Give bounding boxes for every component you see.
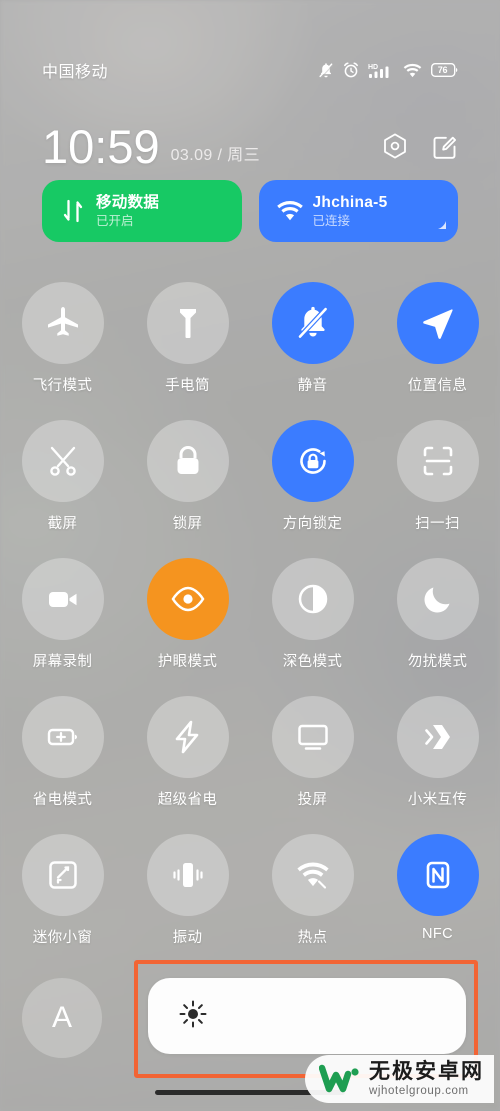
toggle-cast-screen[interactable]: 投屏 bbox=[250, 692, 375, 830]
toggle-label: 投屏 bbox=[297, 792, 328, 808]
auto-brightness-button[interactable]: A bbox=[22, 978, 102, 1058]
contrast-icon bbox=[294, 580, 332, 618]
toggle-mi-share[interactable]: 小米互传 bbox=[375, 692, 500, 830]
toggle-screenshot[interactable]: 截屏 bbox=[0, 416, 125, 554]
toggle-flashlight[interactable]: 手电筒 bbox=[125, 278, 250, 416]
watermark-logo-icon bbox=[318, 1062, 361, 1096]
toggle-scan[interactable]: 扫一扫 bbox=[375, 416, 500, 554]
carrier-label: 中国移动 bbox=[42, 64, 109, 81]
toggle-airplane-mode[interactable]: 飞行模式 bbox=[0, 278, 125, 416]
toggle-screen-record[interactable]: 屏幕录制 bbox=[0, 554, 125, 692]
toggle-label: 省电模式 bbox=[32, 792, 93, 808]
hd-signal-icon: HD bbox=[368, 62, 394, 79]
toggle-label: 振动 bbox=[172, 930, 203, 946]
mi-share-icon bbox=[419, 718, 457, 756]
connectivity-tiles: 移动数据 已开启 Jhchina-5 已连接 bbox=[42, 180, 458, 242]
toggle-nfc[interactable]: NFC bbox=[375, 830, 500, 968]
mobile-data-tile[interactable]: 移动数据 已开启 bbox=[42, 180, 242, 242]
toggle-label: 迷你小窗 bbox=[32, 930, 93, 946]
toggle-label: 护眼模式 bbox=[157, 654, 218, 670]
wifi-tile[interactable]: Jhchina-5 已连接 bbox=[258, 180, 458, 242]
lightning-bolt-icon bbox=[169, 718, 207, 756]
vibrate-icon bbox=[169, 856, 207, 894]
toggle-dark-mode[interactable]: 深色模式 bbox=[250, 554, 375, 692]
wifi-expand-icon[interactable] bbox=[434, 214, 450, 235]
alarm-clock-icon bbox=[343, 62, 359, 78]
toggle-label: 手电筒 bbox=[165, 378, 210, 394]
svg-text:HD: HD bbox=[368, 64, 378, 71]
toggle-label: 飞行模式 bbox=[32, 378, 93, 394]
toggle-silent-mode[interactable]: 静音 bbox=[250, 278, 375, 416]
sun-icon bbox=[178, 999, 208, 1034]
toggle-label: 方向锁定 bbox=[282, 516, 343, 532]
control-center-panel: 中国移动 HD 76 10:59 03.09 / 周三 移动数据 已开启 Jhc… bbox=[0, 0, 500, 1111]
data-transfer-icon bbox=[58, 198, 88, 224]
toggle-label: NFC bbox=[421, 926, 453, 942]
toggle-battery-saver[interactable]: 省电模式 bbox=[0, 692, 125, 830]
mobile-data-title: 移动数据 bbox=[96, 193, 160, 211]
toggle-label: 扫一扫 bbox=[415, 516, 460, 532]
edit-icon[interactable] bbox=[432, 133, 458, 166]
brightness-row: A bbox=[0, 978, 500, 1058]
toggle-lock-screen[interactable]: 锁屏 bbox=[125, 416, 250, 554]
toggle-label: 锁屏 bbox=[172, 516, 203, 532]
rotation-lock-icon bbox=[294, 442, 332, 480]
clock-time: 10:59 bbox=[42, 120, 160, 173]
header-actions bbox=[382, 133, 458, 166]
battery-plus-icon bbox=[44, 718, 82, 756]
lock-icon bbox=[169, 442, 207, 480]
toggle-rotation-lock[interactable]: 方向锁定 bbox=[250, 416, 375, 554]
toggle-ultra-battery-saver[interactable]: 超级省电 bbox=[125, 692, 250, 830]
toggle-label: 热点 bbox=[297, 930, 328, 946]
toggle-label: 截屏 bbox=[47, 516, 78, 532]
settings-icon[interactable] bbox=[382, 133, 408, 166]
quick-toggle-grid: 飞行模式 手电筒 静音 位置信息 截屏 锁屏 方向锁定 扫一扫 屏幕录制 护眼模… bbox=[0, 278, 500, 968]
toggle-mini-window[interactable]: 迷你小窗 bbox=[0, 830, 125, 968]
watermark: 无极安卓网 wjhotelgroup.com bbox=[305, 1054, 494, 1103]
toggle-label: 超级省电 bbox=[157, 792, 218, 808]
video-camera-icon bbox=[44, 580, 82, 618]
wifi-icon bbox=[275, 200, 305, 222]
wifi-status: 已连接 bbox=[312, 213, 351, 228]
location-arrow-icon bbox=[419, 304, 457, 342]
toggle-label: 深色模式 bbox=[282, 654, 343, 670]
moon-icon bbox=[419, 580, 457, 618]
wifi-icon bbox=[403, 63, 422, 78]
wifi-ssid: Jhchina-5 bbox=[312, 193, 388, 211]
eye-icon bbox=[169, 580, 207, 618]
toggle-eye-comfort[interactable]: 护眼模式 bbox=[125, 554, 250, 692]
auto-brightness-label: A bbox=[51, 1001, 72, 1034]
mobile-data-status: 已开启 bbox=[96, 213, 134, 228]
toggle-label: 屏幕录制 bbox=[32, 654, 93, 670]
mini-window-icon bbox=[44, 856, 82, 894]
nfc-icon bbox=[419, 856, 457, 894]
status-bar-icons: HD 76 bbox=[318, 62, 458, 79]
watermark-name: 无极安卓网 bbox=[369, 1059, 484, 1083]
toggle-label: 小米互传 bbox=[407, 792, 468, 808]
toggle-vibrate[interactable]: 振动 bbox=[125, 830, 250, 968]
toggle-location[interactable]: 位置信息 bbox=[375, 278, 500, 416]
status-bar: 中国移动 HD 76 bbox=[0, 55, 500, 85]
monitor-cast-icon bbox=[294, 718, 332, 756]
battery-percent-label: 76 bbox=[437, 65, 448, 75]
toggle-label: 静音 bbox=[297, 378, 328, 394]
toggle-label: 位置信息 bbox=[407, 378, 468, 394]
clock-row: 10:59 03.09 / 周三 bbox=[0, 112, 500, 170]
airplane-icon bbox=[44, 304, 82, 342]
bell-muted-icon bbox=[294, 304, 332, 342]
toggle-hotspot[interactable]: 热点 bbox=[250, 830, 375, 968]
hotspot-icon bbox=[294, 856, 332, 894]
battery-icon: 76 bbox=[431, 63, 458, 77]
flashlight-icon bbox=[169, 304, 207, 342]
toggle-do-not-disturb[interactable]: 勿扰模式 bbox=[375, 554, 500, 692]
toggle-label: 勿扰模式 bbox=[407, 654, 468, 670]
scan-icon bbox=[419, 442, 457, 480]
bell-muted-icon bbox=[318, 62, 334, 79]
watermark-url: wjhotelgroup.com bbox=[369, 1084, 469, 1097]
clock-date: 03.09 / 周三 bbox=[170, 147, 260, 164]
brightness-slider[interactable] bbox=[148, 978, 466, 1054]
screenshot-icon bbox=[44, 442, 82, 480]
